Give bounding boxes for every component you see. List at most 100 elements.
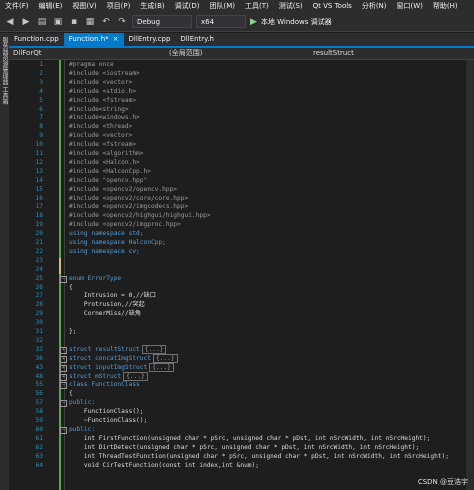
code-line[interactable]: 62 int DirtDetect(unsigned char * pSrc, …	[9, 444, 474, 452]
menu-item[interactable]: 项目(P)	[102, 1, 136, 11]
project-dropdown[interactable]: DllForQt	[13, 48, 163, 58]
code-line[interactable]: 14 #include "opencv.hpp"	[9, 177, 474, 185]
run-debugger-button[interactable]: 本地 Windows 调试器	[261, 17, 332, 27]
collapsed-region[interactable]: {...}	[152, 353, 178, 363]
code-line[interactable]: 4 #include <stdio.h>	[9, 88, 474, 96]
code-line[interactable]: 48 + struct mStruct {...}	[9, 371, 474, 381]
menu-item[interactable]: 生成(B)	[135, 1, 169, 11]
code-line[interactable]: 30	[9, 319, 474, 327]
fold-toggle-icon[interactable]: −	[60, 382, 67, 390]
menu-item[interactable]: 视图(V)	[67, 1, 101, 11]
code-line[interactable]: 55 − class FunctionClass	[9, 381, 474, 390]
fold-toggle-icon[interactable]: −	[60, 400, 67, 408]
line-number: 56	[35, 390, 43, 398]
document-tab[interactable]: Function.h* ×	[63, 33, 124, 46]
config-select[interactable]: Debug	[132, 15, 192, 28]
code-line[interactable]: 56 {	[9, 390, 474, 398]
scope-dropdown[interactable]: (全局范围)	[169, 48, 309, 58]
code-line[interactable]: 27 Intrusion = 0,//缺口	[9, 292, 474, 300]
collapsed-region[interactable]: {...}	[149, 362, 174, 372]
code-line[interactable]: 15 #include <opencv2/opencv.hpp>	[9, 186, 474, 194]
code-line[interactable]: 57 − public:	[9, 399, 474, 408]
undo-icon[interactable]: ↶	[100, 16, 112, 28]
fold-toggle-icon[interactable]: −	[60, 275, 67, 283]
document-tab[interactable]: DllEntry.cpp	[124, 33, 176, 46]
code-text: struct resultStruct {...}	[69, 344, 167, 354]
code-line[interactable]: 43 + struct inputImgStruct {...}	[9, 362, 474, 372]
code-line[interactable]: 7 #include<windows.h>	[9, 114, 474, 122]
toolbar: ◀ ▶ ▤ ▣ ▪ ▦ ↶ ↷ Debug x64 ▶ 本地 Windows 调…	[0, 12, 474, 32]
collapsed-region[interactable]: {...}	[123, 371, 148, 381]
menu-item[interactable]: 分析(N)	[357, 1, 392, 11]
code-line[interactable]: 10 #include <fstream>	[9, 141, 474, 149]
code-line[interactable]: 33 + struct resultStruct {...}	[9, 344, 474, 354]
menu-item[interactable]: 工具(T)	[240, 1, 274, 11]
new-file-icon[interactable]: ▤	[36, 16, 48, 28]
code-line[interactable]: 16 #include <opencv2/core/core.hpp>	[9, 195, 474, 203]
code-line[interactable]: 63 int ThreadTestFunction(unsigned char …	[9, 453, 474, 461]
menu-item[interactable]: 文件(F)	[0, 1, 34, 11]
fold-toggle-icon[interactable]: +	[60, 346, 67, 354]
menu-item[interactable]: 团队(M)	[204, 1, 240, 11]
code-line[interactable]: 31};	[9, 328, 474, 336]
vertical-scrollbar[interactable]	[466, 60, 474, 490]
code-line[interactable]: 32	[9, 337, 474, 345]
code-line[interactable]: 13 #include <HalconCpp.h>	[9, 168, 474, 176]
fold-toggle-icon[interactable]: −	[60, 426, 67, 434]
code-line[interactable]: 5 #include <fstream>	[9, 97, 474, 105]
code-line[interactable]: 12 #include <Halcon.h>	[9, 159, 474, 167]
redo-icon[interactable]: ↷	[116, 16, 128, 28]
menu-item[interactable]: 帮助(H)	[428, 1, 463, 11]
open-folder-icon[interactable]: ▣	[52, 16, 64, 28]
code-line[interactable]: 19 #include <opencv2/imgproc.hpp>	[9, 221, 474, 229]
collapsed-region[interactable]: {...}	[141, 344, 167, 354]
code-line[interactable]: 9 #include <vector>	[9, 132, 474, 140]
code-line[interactable]: 28 Protrusion,//突起	[9, 301, 474, 309]
code-line[interactable]: 59 ~FunctionClass();	[9, 417, 474, 425]
document-tab[interactable]: Function.cpp	[9, 33, 64, 46]
menu-item[interactable]: 编辑(E)	[34, 1, 68, 11]
code-line[interactable]: 6 #include<string>	[9, 106, 474, 114]
save-all-icon[interactable]: ▦	[84, 16, 96, 28]
forward-icon[interactable]: ▶	[20, 16, 32, 28]
code-line[interactable]: 11 #include <algorithm>	[9, 150, 474, 158]
menu-item[interactable]: 窗口(W)	[392, 1, 428, 11]
platform-select[interactable]: x64	[196, 15, 246, 28]
code-line[interactable]: 22 using namespace cv;	[9, 248, 474, 256]
code-line[interactable]: 29 CornerMiss//缺角	[9, 310, 474, 318]
code-editor[interactable]: 1 #pragma once 2 #include <iostream> 3 #inclu…	[9, 60, 474, 490]
save-icon[interactable]: ▪	[68, 16, 80, 28]
code-line[interactable]: 25 − enum ErrorType	[9, 275, 474, 283]
menu-item[interactable]: Qt VS Tools	[308, 2, 357, 10]
fold-toggle-icon[interactable]: +	[60, 373, 67, 381]
code-line[interactable]: 3 #include <vector>	[9, 79, 474, 87]
code-line[interactable]: 18 #include <opencv2/highgui/highgui.hpp>	[9, 212, 474, 220]
code-line[interactable]: 21 using namespace HalconCpp;	[9, 239, 474, 247]
code-line[interactable]: 61 int FirstFunction(unsigned char * pSr…	[9, 435, 474, 443]
code-line[interactable]: 8 #include <thread>	[9, 123, 474, 131]
menu-item[interactable]: 调试(D)	[170, 1, 205, 11]
code-line[interactable]: 60 − public:	[9, 426, 474, 434]
code-line[interactable]: 2 #include <iostream>	[9, 70, 474, 78]
menu-item[interactable]: 测试(S)	[274, 1, 308, 11]
back-icon[interactable]: ◀	[4, 16, 16, 28]
code-line[interactable]: 58 FunctionClass();	[9, 408, 474, 416]
code-line[interactable]: 64 void CirTestFunction(const int index,…	[9, 462, 474, 470]
code-text: };	[69, 328, 77, 335]
fold-toggle-icon[interactable]: +	[60, 355, 67, 363]
member-dropdown[interactable]: resultStruct	[309, 48, 473, 58]
code-text: #include "opencv.hpp"	[69, 176, 148, 184]
document-tab[interactable]: DllEntry.h	[175, 33, 219, 46]
code-line[interactable]: 23	[9, 257, 474, 265]
fold-toggle-icon[interactable]: +	[60, 364, 67, 372]
close-icon[interactable]: ×	[113, 33, 119, 46]
code-line[interactable]: 1 #pragma once	[9, 61, 474, 69]
code-line[interactable]: 36 + struct concatImgStruct {...}	[9, 353, 474, 363]
line-number: 32	[35, 336, 43, 344]
code-line[interactable]: 17 #include <opencv2/imgcodecs.hpp>	[9, 203, 474, 211]
line-number: 3	[39, 78, 43, 86]
code-line[interactable]: 26 {	[9, 284, 474, 292]
code-line[interactable]: 20 using namespace std;	[9, 230, 474, 238]
play-icon[interactable]: ▶	[250, 17, 257, 27]
code-line[interactable]: 24	[9, 266, 474, 274]
